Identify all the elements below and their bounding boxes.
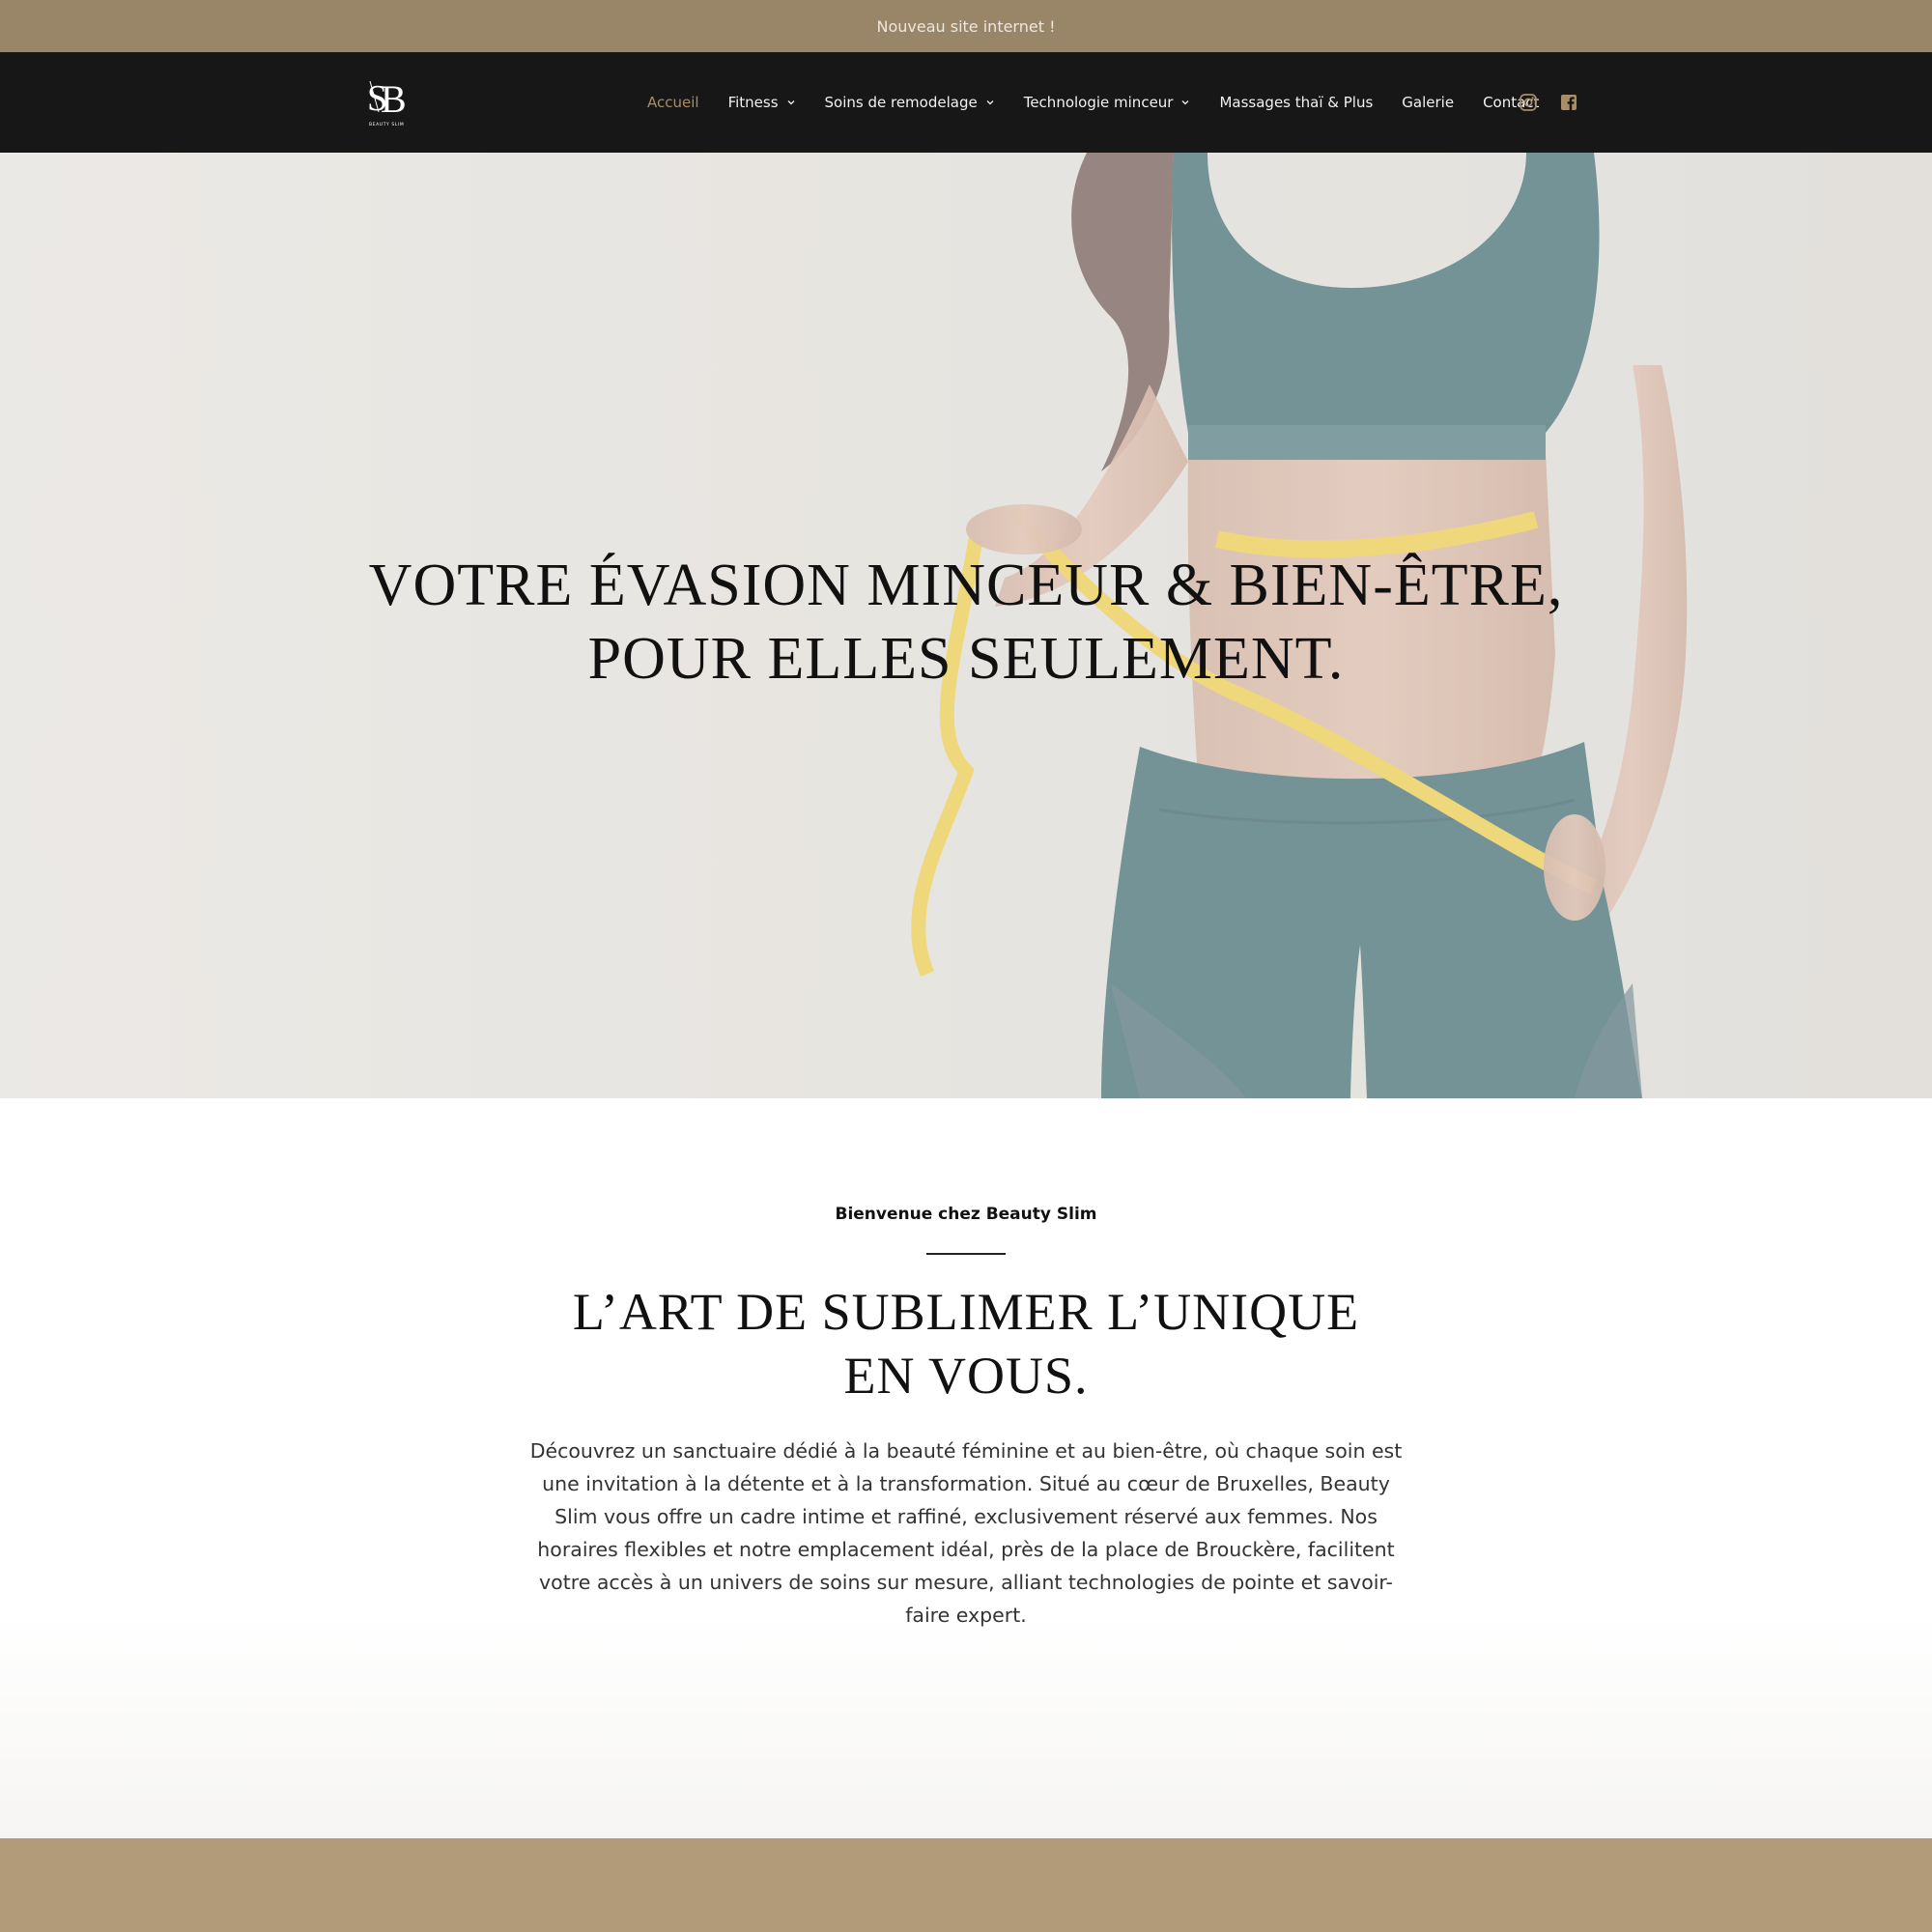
- nav-item-technologie-minceur[interactable]: Technologie minceur: [1024, 94, 1191, 111]
- nav-item-galerie[interactable]: Galerie: [1402, 94, 1454, 111]
- chevron-down-icon: [787, 100, 794, 105]
- nav-item-label: Technologie minceur: [1023, 94, 1174, 111]
- nav-item-label: Accueil: [647, 94, 699, 111]
- announcement-bar: Nouveau site internet !: [0, 0, 1932, 52]
- facebook-icon[interactable]: [1559, 93, 1578, 112]
- section-divider: [926, 1253, 1006, 1255]
- svg-text:BEAUTY SLIM: BEAUTY SLIM: [369, 122, 404, 128]
- chevron-down-icon: [986, 100, 994, 105]
- svg-text:B: B: [381, 77, 407, 121]
- chevron-down-icon: [1182, 100, 1189, 105]
- instagram-icon[interactable]: [1519, 93, 1538, 112]
- nav-item-label: Soins de remodelage: [824, 94, 978, 111]
- nav-item-accueil[interactable]: Accueil: [647, 94, 699, 111]
- announcement-text: Nouveau site internet !: [876, 16, 1056, 36]
- nav-item-soins-de-remodelage[interactable]: Soins de remodelage: [825, 94, 995, 111]
- footer-band: [0, 1838, 1932, 1932]
- welcome-kicker: Bienvenue chez Beauty Slim: [835, 1205, 1097, 1224]
- social-links: [1519, 52, 1578, 153]
- logo-monogram-icon: S B BEAUTY SLIM: [367, 77, 407, 128]
- welcome-title: L’art de sublimer l’unique en vous.: [572, 1283, 1360, 1405]
- hero-section: Votre évasion minceur & bien-être, pour …: [0, 153, 1932, 1098]
- site-header: S B BEAUTY SLIM Accueil Fitness Soins de…: [0, 52, 1932, 153]
- brand-logo[interactable]: S B BEAUTY SLIM: [365, 73, 410, 129]
- hero-title: Votre évasion minceur & bien-être, pour …: [368, 553, 1564, 692]
- nav-item-massages[interactable]: Massages thaï & Plus: [1219, 94, 1373, 111]
- main-nav: Accueil Fitness Soins de remodelage Tech…: [647, 52, 1568, 153]
- nav-item-fitness[interactable]: Fitness: [728, 94, 796, 111]
- nav-item-label: Fitness: [727, 94, 779, 111]
- nav-item-label: Galerie: [1402, 94, 1455, 111]
- welcome-text: Découvrez un sanctuaire dédié à la beaut…: [529, 1439, 1403, 1627]
- welcome-section: Bienvenue chez Beauty Slim L’art de subl…: [0, 1098, 1932, 1838]
- nav-item-label: Massages thaï & Plus: [1219, 94, 1374, 111]
